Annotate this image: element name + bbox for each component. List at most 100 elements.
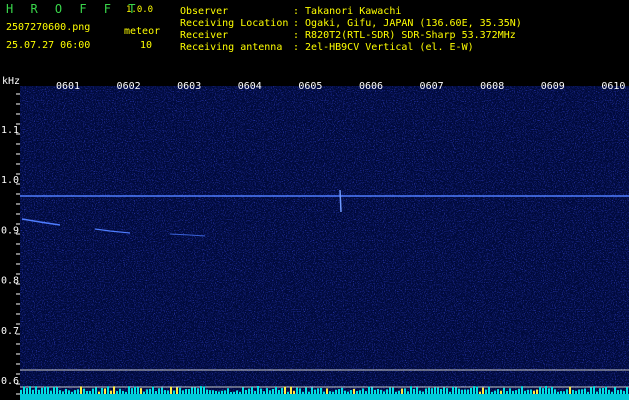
baseline-spike: [362, 388, 364, 394]
baseline-spike: [308, 391, 310, 394]
baseline-spike: [533, 390, 535, 394]
baseline-spike: [413, 388, 415, 394]
baseline-spike: [575, 390, 577, 394]
baseline-spike: [437, 387, 439, 394]
baseline-spike: [365, 391, 367, 394]
baseline-spike: [296, 387, 298, 394]
baseline-spike: [446, 388, 448, 394]
baseline-spike: [527, 389, 529, 394]
baseline-spike: [20, 390, 22, 394]
app-version: 1.0.0: [126, 5, 154, 15]
baseline-spike: [137, 387, 139, 394]
baseline-spike: [230, 391, 232, 394]
baseline-spike: [341, 387, 343, 394]
baseline-spike: [269, 390, 271, 394]
baseline-spike: [209, 390, 211, 394]
x-tick-label: 0602: [117, 81, 141, 92]
location-value: : Ogaki, Gifu, JAPAN (136.60E, 35.35N): [293, 18, 522, 29]
y-tick-label: 0.7: [1, 326, 19, 337]
baseline-spike: [23, 386, 25, 394]
baseline-spike: [458, 388, 460, 394]
baseline-spike: [80, 386, 82, 394]
baseline-spike: [461, 389, 463, 394]
baseline-spike: [491, 391, 493, 394]
baseline-spike: [350, 390, 352, 394]
baseline-spike: [302, 391, 304, 394]
baseline-spike: [107, 386, 109, 394]
baseline-spike: [485, 389, 487, 394]
baseline-spike: [200, 386, 202, 394]
baseline-spike: [467, 389, 469, 394]
baseline-spike: [611, 391, 613, 394]
baseline-spike: [473, 386, 475, 394]
baseline-spike: [254, 390, 256, 394]
baseline-spike: [59, 390, 61, 394]
baseline-spike: [299, 388, 301, 394]
baseline-spike: [314, 389, 316, 394]
baseline-spike: [215, 390, 217, 394]
y-tick-label: 0.9: [1, 225, 19, 236]
baseline-spike: [317, 388, 319, 394]
baseline-spike: [497, 389, 499, 394]
baseline-spike: [623, 391, 625, 394]
y-tick-label: 0.6: [1, 376, 19, 387]
baseline-spike: [452, 386, 454, 394]
baseline-spike: [245, 389, 247, 394]
baseline-spike: [131, 388, 133, 394]
x-tick-label: 0603: [177, 81, 201, 92]
baseline-spike: [536, 389, 538, 394]
y-tick-label: 1.0: [1, 175, 19, 186]
y-tick-label: 1.1: [1, 125, 19, 136]
baseline-spike: [203, 386, 205, 394]
baseline-spike: [503, 387, 505, 394]
baseline-spike: [344, 390, 346, 394]
baseline-spike: [224, 390, 226, 394]
baseline-spike: [425, 388, 427, 394]
baseline-spike: [212, 390, 214, 394]
baseline-spike: [587, 391, 589, 394]
baseline-spike: [194, 387, 196, 394]
baseline-spike: [275, 386, 277, 394]
baseline-spike: [140, 388, 142, 394]
baseline-spike: [182, 390, 184, 394]
baseline-spike: [236, 390, 238, 394]
receiver-key: Receiver: [180, 30, 229, 41]
baseline-spike: [272, 388, 274, 394]
y-tick-marks: [16, 93, 20, 395]
baseline-spike: [443, 387, 445, 394]
baseline-spike: [185, 389, 187, 394]
baseline-spike: [620, 389, 622, 394]
baseline-spike: [380, 389, 382, 394]
baseline-spike: [284, 386, 286, 394]
spectrogram-plot: 0601 0602 0603 0604 0605 0606 0607 0608 0609 0610…: [1, 76, 629, 400]
baseline-spike: [65, 388, 67, 394]
baseline-spike: [326, 388, 328, 394]
baseline-spike: [104, 388, 106, 394]
baseline-spike: [434, 387, 436, 394]
baseline-spike: [101, 387, 103, 394]
x-tick-label: 0604: [238, 81, 262, 92]
baseline-spike: [257, 386, 259, 394]
baseline-spike: [563, 391, 565, 394]
baseline-spike: [170, 386, 172, 394]
baseline-spike: [290, 386, 292, 394]
baseline-spike: [305, 387, 307, 394]
baseline-spike: [119, 388, 121, 394]
baseline-spike: [578, 389, 580, 394]
baseline-spike: [488, 386, 490, 394]
baseline-spike: [83, 388, 85, 394]
baseline-spike: [143, 391, 145, 394]
baseline-spike: [191, 387, 193, 394]
baseline-spike: [125, 391, 127, 394]
baseline-spike: [386, 389, 388, 394]
baseline-spike: [557, 391, 559, 394]
baseline-spike: [476, 386, 478, 394]
baseline-spike: [422, 391, 424, 394]
baseline-spike: [416, 387, 418, 394]
baseline-spike: [470, 387, 472, 394]
x-tick-label: 0605: [298, 81, 322, 92]
baseline-spike: [548, 388, 550, 394]
baseline-spike: [383, 391, 385, 394]
baseline-spike: [158, 388, 160, 394]
x-tick-label: 0606: [359, 81, 383, 92]
